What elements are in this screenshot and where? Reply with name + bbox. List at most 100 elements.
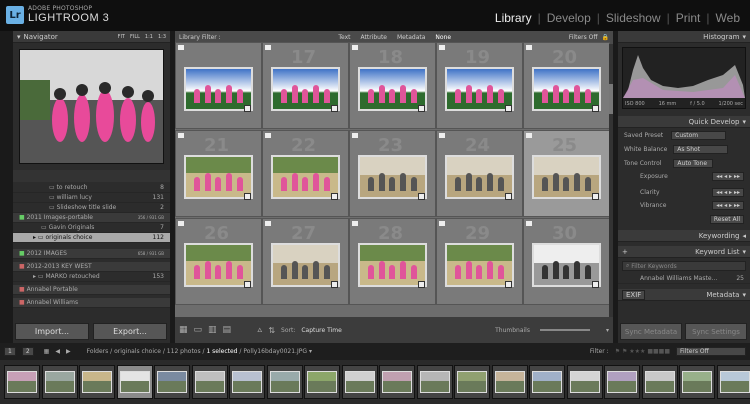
filmstrip-thumb[interactable] (641, 365, 678, 399)
photo-thumbnail[interactable] (358, 155, 427, 199)
zoom-fill[interactable]: FILL (130, 34, 140, 40)
photo-thumbnail[interactable] (532, 67, 601, 111)
import-button[interactable]: Import... (15, 323, 89, 340)
grid-cell[interactable]: 21 (175, 130, 262, 217)
quick-develop-header[interactable]: Quick Develop ▾ (618, 116, 750, 128)
metadata-header[interactable]: EXIF Metadata ▾ (618, 289, 750, 301)
filmstrip-thumb[interactable] (229, 365, 265, 399)
filmstrip-thumb[interactable] (191, 365, 228, 399)
grid-cell[interactable]: 28 (349, 218, 436, 305)
filter-metadata[interactable]: Metadata (397, 34, 425, 41)
grid-cell[interactable]: 22 (262, 130, 349, 217)
folder-row[interactable]: ▭ to retouch 8 (13, 183, 170, 193)
volume-row[interactable]: ■ Annabel Williams (13, 298, 170, 308)
keyword-item[interactable]: Annabel Williams Maste... 25 (618, 274, 750, 284)
flag-icon[interactable] (178, 221, 184, 226)
grid-cell[interactable]: 27 (262, 218, 349, 305)
vibrance-buttons[interactable]: ◂◂ ◂ ▸ ▸▸ (712, 201, 744, 210)
filmstrip-thumb[interactable] (41, 365, 78, 399)
photo-thumbnail[interactable] (445, 67, 514, 111)
filter-none[interactable]: None (435, 34, 451, 41)
flag-icon[interactable] (352, 221, 358, 226)
flag-icon[interactable] (265, 221, 271, 226)
folder-row[interactable]: ▭ Slideshow title slide 2 (13, 203, 170, 213)
filmstrip-thumb[interactable] (116, 365, 153, 399)
grid-cell[interactable]: 29 (436, 218, 523, 305)
thumbnail-slider[interactable] (539, 329, 590, 331)
folder-row[interactable]: ▭ william lucy 131 (13, 193, 170, 203)
grid-cell[interactable]: 18 (349, 42, 436, 129)
histogram-chart[interactable]: ISO 800 16 mm f / 5.0 1/200 sec (622, 47, 746, 109)
photo-thumbnail[interactable] (532, 243, 601, 287)
photo-thumbnail[interactable] (358, 243, 427, 287)
folder-row[interactable]: ▭ Gavin Originals 7 (13, 223, 170, 233)
flag-icon[interactable] (526, 45, 532, 50)
navigator-header[interactable]: ▾ Navigator FIT FILL 1:1 1:3 (13, 31, 170, 43)
filmstrip-thumb[interactable] (679, 365, 715, 399)
volume-row[interactable]: ■ Annabel Portable (13, 285, 170, 295)
keyword-list-header[interactable]: + Keyword List ▾ (618, 246, 750, 258)
volume-row[interactable]: ■ 2012 IMAGES 658 / 931 GB (13, 249, 170, 259)
module-slideshow[interactable]: Slideshow (600, 11, 667, 25)
compare-view-icon[interactable]: ▥ (208, 325, 217, 335)
keywording-header[interactable]: Keywording ◂ (618, 230, 750, 242)
white-balance-select[interactable]: As Shot (673, 144, 729, 154)
flag-icon[interactable] (265, 133, 271, 138)
flag-icon[interactable] (178, 133, 184, 138)
filmstrip-thumb[interactable] (4, 365, 40, 399)
keyword-filter-input[interactable]: ⌕ Filter Keywords (622, 261, 746, 271)
filmstrip-thumb[interactable] (491, 365, 528, 399)
auto-tone-button[interactable]: Auto Tone (673, 158, 714, 168)
flag-icon[interactable] (178, 45, 184, 50)
flag-icon[interactable] (352, 133, 358, 138)
filmstrip-thumb[interactable] (266, 365, 303, 399)
filmstrip-thumb[interactable] (566, 365, 603, 399)
filmstrip-thumb[interactable] (716, 365, 750, 399)
flag-icon[interactable] (265, 45, 271, 50)
module-print[interactable]: Print (670, 11, 707, 25)
grid-icon[interactable]: ▦ (44, 348, 50, 355)
survey-view-icon[interactable]: ▤ (223, 325, 232, 335)
photo-thumbnail[interactable] (184, 155, 253, 199)
volume-row[interactable]: ■ 2011 Images-portable 356 / 931 GB (13, 213, 170, 223)
forward-arrow-icon[interactable]: ▶ (66, 348, 71, 355)
filmstrip-thumb[interactable] (154, 365, 190, 399)
photo-thumbnail[interactable] (271, 67, 340, 111)
loupe-view-icon[interactable]: ▭ (194, 325, 203, 335)
spray-can-icon[interactable]: 🜂 (257, 324, 262, 336)
sort-value[interactable]: Capture Time (301, 327, 341, 334)
folder-row[interactable]: ▸ ▭ MARKO retouched 153 (13, 272, 170, 282)
grid-cell[interactable]: 20 (523, 42, 610, 129)
photo-thumbnail[interactable] (271, 155, 340, 199)
lock-icon[interactable]: 🔒 (602, 34, 609, 41)
module-develop[interactable]: Develop (541, 11, 597, 25)
filmstrip-thumb[interactable] (304, 365, 340, 399)
grid-view-icon[interactable]: ▦ (179, 325, 188, 335)
module-web[interactable]: Web (710, 11, 746, 25)
export-button[interactable]: Export... (93, 323, 167, 340)
photo-thumbnail[interactable] (184, 67, 253, 111)
filmstrip-thumb[interactable] (604, 365, 640, 399)
filmstrip-path[interactable]: Folders / originals choice / 112 photos … (87, 348, 207, 355)
sync-settings-button[interactable]: Sync Settings (685, 323, 747, 340)
filter-attribute[interactable]: Attribute (361, 34, 388, 41)
filmstrip-filters-off[interactable]: Filters Off (676, 347, 746, 356)
navigator-preview[interactable] (19, 49, 164, 164)
flag-icon[interactable] (526, 221, 532, 226)
grid-cell[interactable]: 24 (436, 130, 523, 217)
photo-thumbnail[interactable] (445, 155, 514, 199)
flag-icon[interactable] (439, 45, 445, 50)
volume-row[interactable]: ■ 2012-2013 KEY WEST (13, 262, 170, 272)
photo-thumbnail[interactable] (271, 243, 340, 287)
filename-dropdown-icon[interactable]: ▾ (309, 348, 312, 355)
page-2-button[interactable]: 2 (21, 347, 34, 356)
back-arrow-icon[interactable]: ◀ (55, 348, 60, 355)
flag-icon[interactable] (526, 133, 532, 138)
grid-cell[interactable]: 26 (175, 218, 262, 305)
flag-icon[interactable] (439, 221, 445, 226)
module-library[interactable]: Library (489, 11, 538, 25)
filmstrip-thumb[interactable] (529, 365, 565, 399)
filmstrip-thumb[interactable] (341, 365, 378, 399)
histogram-header[interactable]: Histogram ▾ (618, 31, 750, 43)
zoom-1-1[interactable]: 1:1 (145, 34, 153, 40)
